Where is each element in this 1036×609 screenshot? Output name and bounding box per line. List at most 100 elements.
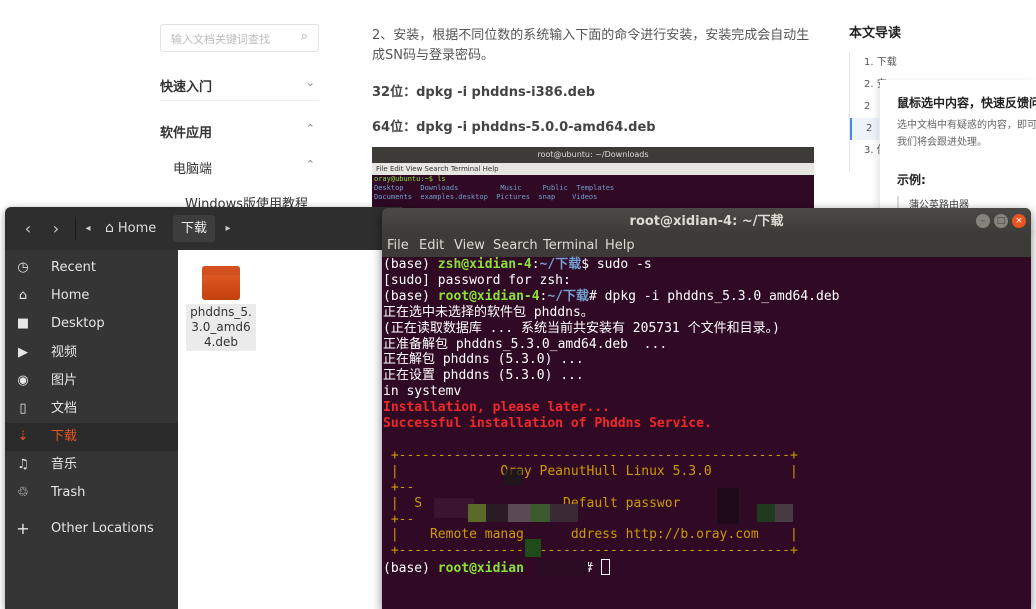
popup-example-label: 示例:	[897, 173, 926, 187]
path-scroll-left-icon[interactable]: ◂	[81, 215, 95, 242]
folder-icon: ■	[16, 316, 30, 331]
terminal-line: in systemv	[383, 384, 462, 400]
menu-file[interactable]: File	[387, 235, 409, 257]
sidebar-item-videos[interactable]: ▶ 视频	[5, 339, 178, 367]
toc-item[interactable]: 2. 安	[850, 74, 887, 96]
sidebar-item-label: Home	[51, 288, 90, 303]
terminal-line-error: Installation, please later...	[383, 400, 610, 416]
sidebar-item-pictures[interactable]: ◉ 图片	[5, 367, 178, 395]
sidebar-item-label: 视频	[51, 345, 78, 360]
terminal-box-line: | Oray PeanutHull Linux 5.3.0 |	[383, 463, 798, 479]
clock-icon: ◷	[17, 260, 29, 275]
trash-icon: ♲	[17, 485, 29, 500]
file-item-phddns-deb[interactable]: phddns_5.3.0_amd64.deb	[186, 266, 256, 351]
nav-desktop-client[interactable]: 电脑端 ⌃	[173, 158, 319, 177]
screenshot-line: Desktop Downloads Music Public Templates	[374, 184, 615, 192]
path-home-label: Home	[117, 221, 157, 236]
sidebar-item-label: Recent	[51, 260, 96, 275]
sidebar-item-label: 文档	[51, 401, 78, 416]
popup-description: 选中文档中有疑惑的内容，即可快速反馈问题， 我们将会跟进处理。	[897, 117, 1036, 151]
deb-package-icon	[202, 266, 240, 300]
terminal-box-line: +--	[383, 479, 415, 495]
terminal-menubar: File Edit View Search Terminal Help	[382, 235, 1031, 257]
popup-title: 鼠标选中内容，快速反馈问题	[897, 96, 1036, 110]
menu-view[interactable]: View	[454, 235, 485, 257]
terminal-line: (base) zsh@xidian-4:~/下载$ sudo -s	[383, 257, 652, 272]
article-32bit-command: 32位：dpkg -i phddns-i386.deb	[372, 85, 596, 100]
back-arrow-icon[interactable]: ‹	[14, 215, 42, 242]
redaction-block	[757, 504, 775, 522]
popup-desc-line: 选中文档中有疑惑的内容，即可快速反馈问题，	[897, 120, 1036, 131]
screenshot-title: root@ubuntu: ~/Downloads	[372, 147, 814, 163]
sidebar-item-recent[interactable]: ◷ Recent	[5, 254, 178, 282]
article-64bit-command: 64位：dpkg -i phddns-5.0.0-amd64.deb	[372, 120, 656, 135]
menu-edit[interactable]: Edit	[419, 235, 444, 257]
path-current-folder[interactable]: 下载	[173, 215, 215, 242]
sidebar-item-trash[interactable]: ♲ Trash	[5, 479, 178, 507]
terminal-line-error: Successful installation of Phddns Servic…	[383, 416, 712, 432]
video-icon: ▶	[18, 345, 28, 360]
screenshot-line: oray@ubuntu:~$ ls	[374, 175, 446, 183]
sidebar-item-downloads[interactable]: ⇣ 下载	[5, 423, 178, 451]
sidebar-item-label: 下载	[51, 429, 78, 444]
terminal-prompt-line: (base) root@xidian载#	[383, 559, 1029, 577]
toc-item[interactable]: 2	[850, 96, 879, 118]
path-scroll-right-icon[interactable]: ▸	[221, 215, 235, 242]
close-icon[interactable]: ×	[1012, 214, 1026, 228]
article-paragraph: 2、安装，根据不同位数的系统输入下面的命令进行安装，安装完成会自动生成SN码与登…	[372, 28, 810, 63]
toc-title: 本文导读	[849, 26, 902, 41]
nav-software-apps[interactable]: 软件应用 ⌃	[160, 122, 319, 141]
menu-search[interactable]: Search	[493, 235, 538, 257]
document-icon: ▯	[19, 401, 27, 416]
files-window: ‹ › ◂ ⌂ Home 下载 ▸ ◷ Recent ⌂ Home ■ Desktop …	[5, 207, 405, 609]
sidebar-item-label: Other Locations	[51, 521, 154, 536]
nav-label: 快速入门	[160, 80, 213, 95]
redaction-block	[525, 539, 541, 557]
sidebar-item-home[interactable]: ⌂ Home	[5, 282, 178, 310]
screenshot-line: Documents examples.desktop Pictures snap…	[374, 193, 598, 201]
sidebar-item-desktop[interactable]: ■ Desktop	[5, 310, 178, 338]
sidebar-item-label: 图片	[51, 373, 78, 388]
nav-quick-start[interactable]: 快速入门 ⌄	[160, 76, 319, 95]
files-headerbar: ‹ › ◂ ⌂ Home 下载 ▸	[5, 207, 405, 250]
search-icon[interactable]: ⌕	[301, 29, 308, 44]
terminal-line: (base) root@xidian-4:~/下载# dpkg -i phddn…	[383, 288, 840, 304]
terminal-line: [sudo] password for zsh:	[383, 272, 571, 288]
redaction-block	[530, 504, 550, 522]
terminal-line: 正在设置 phddns (5.3.0) ...	[383, 368, 584, 384]
terminal-line: 正在解包 phddns (5.3.0) ...	[383, 352, 584, 368]
terminal-cursor	[600, 559, 610, 576]
forward-arrow-icon[interactable]: ›	[42, 215, 70, 242]
menu-help[interactable]: Help	[605, 235, 635, 257]
popup-desc-line: 我们将会跟进处理。	[897, 137, 987, 148]
sidebar-item-label: Desktop	[51, 316, 105, 331]
terminal-title: root@xidian-4: ~/下载	[629, 214, 784, 229]
toc-item[interactable]: 1. 下载	[850, 52, 897, 74]
sidebar-item-other-locations[interactable]: + Other Locations	[5, 515, 178, 543]
terminal-titlebar: root@xidian-4: ~/下载	[382, 208, 1031, 235]
terminal-output[interactable]: (base) zsh@xidian-4:~/下载$ sudo -s [sudo] …	[383, 257, 1029, 577]
chevron-up-icon: ⌃	[305, 158, 315, 171]
redaction-block	[775, 504, 793, 522]
maximize-icon[interactable]: □	[994, 214, 1008, 228]
sidebar-item-music[interactable]: ♫ 音乐	[5, 451, 178, 479]
toc-item-active[interactable]: 2	[850, 118, 879, 140]
minimize-icon[interactable]: –	[976, 214, 990, 228]
redaction-block	[504, 469, 522, 485]
nav-label: 软件应用	[160, 126, 213, 141]
chevron-down-icon: ⌄	[305, 76, 315, 89]
path-home-button[interactable]: ⌂ Home	[97, 215, 171, 242]
sidebar-item-documents[interactable]: ▯ 文档	[5, 395, 178, 423]
menu-terminal[interactable]: Terminal	[543, 235, 598, 257]
download-icon: ⇣	[17, 429, 29, 444]
home-icon: ⌂	[105, 220, 114, 236]
terminal-line: 正在选中未选择的软件包 phddns。	[383, 304, 594, 320]
table-of-contents: 1. 下载 2. 安 2 2 3. 使	[849, 52, 897, 172]
files-content-area[interactable]: phddns_5.3.0_amd64.deb	[178, 250, 405, 609]
redaction-block	[468, 504, 486, 522]
doc-search-input[interactable]: 输入文档关键词查找 ⌕	[160, 24, 319, 52]
files-sidebar: ◷ Recent ⌂ Home ■ Desktop ▶ 视频 ◉ 图片 ▯ 文档 ⇣ 下载 ♫…	[5, 250, 178, 609]
toc-item[interactable]: 3. 使	[850, 140, 887, 162]
divider	[160, 100, 319, 101]
